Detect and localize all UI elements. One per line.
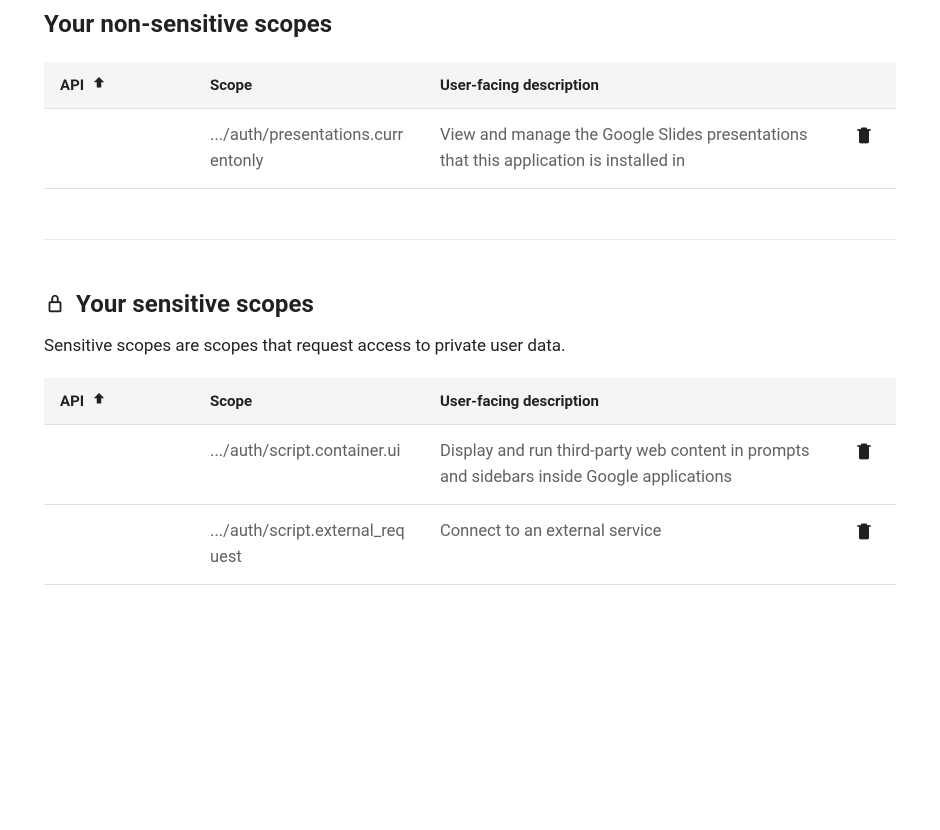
cell-api xyxy=(44,109,194,189)
table-row: .../auth/presentations.currentonly View … xyxy=(44,109,896,189)
arrow-up-icon xyxy=(90,390,108,412)
arrow-up-icon xyxy=(90,74,108,96)
col-header-actions xyxy=(836,378,896,425)
cell-api xyxy=(44,425,194,505)
cell-api xyxy=(44,505,194,585)
sensitive-scopes-section: Your sensitive scopes Sensitive scopes a… xyxy=(44,290,896,585)
cell-scope: .../auth/presentations.currentonly xyxy=(194,109,424,189)
non-sensitive-scopes-section: Your non-sensitive scopes API xyxy=(44,10,896,189)
trash-icon xyxy=(854,441,874,470)
col-header-api[interactable]: API xyxy=(44,378,194,425)
section-title-text: Your non-sensitive scopes xyxy=(44,10,332,38)
sensitive-scopes-title: Your sensitive scopes xyxy=(44,290,896,318)
table-row: .../auth/script.container.ui Display and… xyxy=(44,425,896,505)
cell-desc: Display and run third-party web content … xyxy=(424,425,836,505)
col-header-scope[interactable]: Scope xyxy=(194,62,424,109)
cell-scope: .../auth/script.container.ui xyxy=(194,425,424,505)
cell-actions xyxy=(836,505,896,585)
col-header-api-label: API xyxy=(60,392,84,410)
delete-button[interactable] xyxy=(852,439,876,472)
cell-desc: View and manage the Google Slides presen… xyxy=(424,109,836,189)
cell-scope: .../auth/script.external_request xyxy=(194,505,424,585)
non-sensitive-scopes-title: Your non-sensitive scopes xyxy=(44,10,896,38)
sensitive-scopes-subtitle: Sensitive scopes are scopes that request… xyxy=(44,336,896,356)
col-header-desc[interactable]: User-facing description xyxy=(424,378,836,425)
sensitive-scopes-table: API Scope User-facing description xyxy=(44,378,896,585)
delete-button[interactable] xyxy=(852,123,876,156)
lock-icon xyxy=(44,293,66,315)
table-row: .../auth/script.external_request Connect… xyxy=(44,505,896,585)
cell-actions xyxy=(836,109,896,189)
col-header-desc-label: User-facing description xyxy=(440,76,599,94)
col-header-api[interactable]: API xyxy=(44,62,194,109)
col-header-actions xyxy=(836,62,896,109)
section-divider xyxy=(44,239,896,240)
section-title-text: Your sensitive scopes xyxy=(76,290,314,318)
table-header-row: API Scope User-facing description xyxy=(44,62,896,109)
cell-actions xyxy=(836,425,896,505)
col-header-scope[interactable]: Scope xyxy=(194,378,424,425)
col-header-scope-label: Scope xyxy=(210,392,252,410)
col-header-desc-label: User-facing description xyxy=(440,392,599,410)
col-header-api-label: API xyxy=(60,76,84,94)
table-header-row: API Scope User-facing description xyxy=(44,378,896,425)
delete-button[interactable] xyxy=(852,519,876,552)
trash-icon xyxy=(854,125,874,154)
non-sensitive-scopes-table: API Scope User-facing description xyxy=(44,62,896,189)
trash-icon xyxy=(854,521,874,550)
cell-desc: Connect to an external service xyxy=(424,505,836,585)
col-header-scope-label: Scope xyxy=(210,76,252,94)
col-header-desc[interactable]: User-facing description xyxy=(424,62,836,109)
